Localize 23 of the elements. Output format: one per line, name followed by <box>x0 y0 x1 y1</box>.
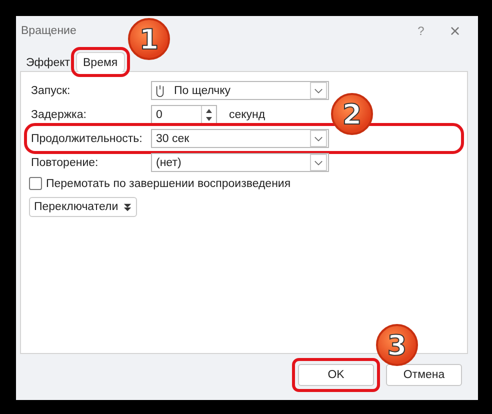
ok-button[interactable]: OK <box>298 364 374 386</box>
dropdown[interactable]: 30 сек <box>151 129 329 148</box>
dropdown[interactable]: По щелчку <box>151 81 329 100</box>
cancel-button[interactable]: Отмена <box>386 364 462 386</box>
checkbox[interactable] <box>29 177 42 190</box>
dropdown[interactable]: (нет) <box>151 153 329 172</box>
rewind-checkbox[interactable]: Перемотать по завершении воспроизведения <box>29 177 459 190</box>
double-caret-icon <box>123 202 132 212</box>
unit-label: секунд <box>229 108 266 120</box>
chevron-icon <box>310 130 327 147</box>
field-label: Запуск: <box>31 84 72 96</box>
field-label: Продолжительность: <box>31 132 144 144</box>
spinner-field[interactable]: 0 <box>151 105 217 124</box>
window-title: Вращение <box>21 25 78 37</box>
triggers-button[interactable]: Переключатели <box>29 197 138 217</box>
field-label: Повторение: <box>31 156 100 168</box>
step-number-badge: 1 <box>128 18 170 60</box>
field-label: Задержка: <box>31 108 88 120</box>
chevron-icon <box>310 154 327 171</box>
tab[interactable]: Эффект <box>20 53 76 72</box>
close-button[interactable]: × <box>438 20 472 42</box>
mouse-icon <box>156 84 164 98</box>
chevron-icon <box>310 82 327 99</box>
